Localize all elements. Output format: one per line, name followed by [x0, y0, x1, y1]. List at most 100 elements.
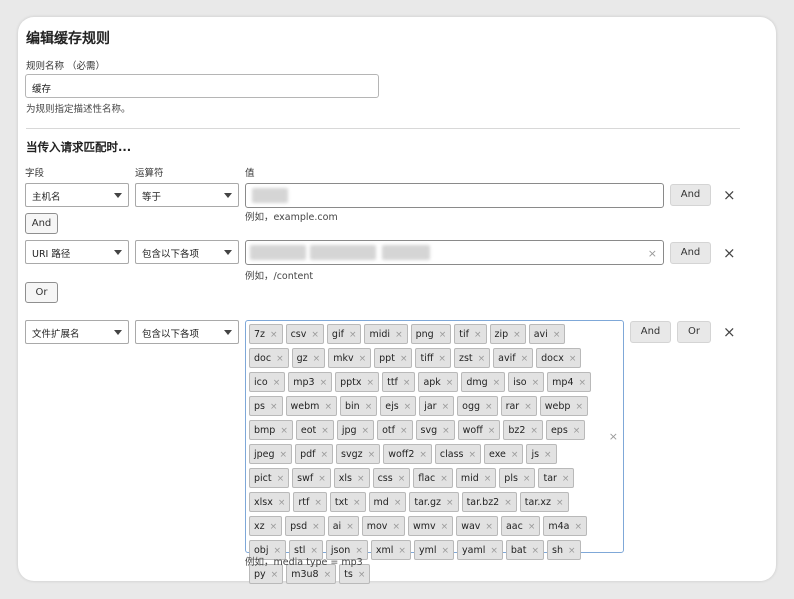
extension-tag: sh × [547, 540, 581, 560]
tag-remove-icon[interactable]: × [403, 378, 411, 388]
tag-remove-icon[interactable]: × [484, 474, 492, 484]
tag-remove-icon[interactable]: × [575, 402, 583, 412]
tag-remove-icon[interactable]: × [398, 546, 406, 556]
tag-remove-icon[interactable]: × [400, 426, 408, 436]
tag-remove-icon[interactable]: × [398, 474, 406, 484]
tag-remove-icon[interactable]: × [530, 426, 538, 436]
tag-remove-icon[interactable]: × [562, 474, 570, 484]
close-icon[interactable]: × [723, 325, 736, 340]
tag-remove-icon[interactable]: × [280, 450, 288, 460]
close-icon[interactable]: × [723, 246, 736, 261]
tag-remove-icon[interactable]: × [485, 402, 493, 412]
tag-remove-icon[interactable]: × [493, 378, 501, 388]
or-button[interactable]: Or [677, 321, 711, 343]
tag-remove-icon[interactable]: × [318, 474, 326, 484]
tag-remove-icon[interactable]: × [528, 522, 536, 532]
tag-remove-icon[interactable]: × [368, 450, 376, 460]
tag-remove-icon[interactable]: × [556, 498, 564, 508]
tag-remove-icon[interactable]: × [271, 570, 279, 580]
clear-icon[interactable]: × [609, 430, 618, 443]
tag-remove-icon[interactable]: × [395, 330, 403, 340]
tag-remove-icon[interactable]: × [523, 474, 531, 484]
tag-remove-icon[interactable]: × [311, 330, 319, 340]
tag-remove-icon[interactable]: × [400, 354, 408, 364]
field-select-hostname[interactable]: 主机名 [25, 183, 129, 207]
tag-remove-icon[interactable]: × [573, 426, 581, 436]
field-select-uri-path[interactable]: URI 路径 [25, 240, 129, 264]
tag-remove-icon[interactable]: × [404, 402, 412, 412]
tag-remove-icon[interactable]: × [441, 546, 449, 556]
and-button[interactable]: And [630, 321, 671, 343]
tag-remove-icon[interactable]: × [273, 378, 281, 388]
tag-remove-icon[interactable]: × [277, 474, 285, 484]
tag-remove-icon[interactable]: × [365, 402, 373, 412]
tag-remove-icon[interactable]: × [544, 450, 552, 460]
tag-remove-icon[interactable]: × [569, 354, 577, 364]
and-button[interactable]: And [670, 184, 711, 206]
tag-remove-icon[interactable]: × [446, 498, 454, 508]
tag-remove-icon[interactable]: × [362, 426, 370, 436]
tag-remove-icon[interactable]: × [313, 354, 321, 364]
tag-remove-icon[interactable]: × [270, 330, 278, 340]
hostname-value-input[interactable] [245, 183, 664, 208]
uri-path-value-input[interactable]: × [245, 240, 664, 265]
tag-remove-icon[interactable]: × [280, 426, 288, 436]
tag-remove-icon[interactable]: × [438, 354, 446, 364]
tag-remove-icon[interactable]: × [270, 522, 278, 532]
tag-remove-icon[interactable]: × [442, 402, 450, 412]
tag-remove-icon[interactable]: × [478, 354, 486, 364]
tag-remove-icon[interactable]: × [392, 522, 400, 532]
tag-remove-icon[interactable]: × [321, 450, 329, 460]
tag-remove-icon[interactable]: × [394, 498, 402, 508]
tag-remove-icon[interactable]: × [524, 402, 532, 412]
tag-remove-icon[interactable]: × [440, 474, 448, 484]
tag-remove-icon[interactable]: × [485, 522, 493, 532]
tag-remove-icon[interactable]: × [353, 498, 361, 508]
tag-remove-icon[interactable]: × [278, 498, 286, 508]
tag-remove-icon[interactable]: × [419, 450, 427, 460]
tag-remove-icon[interactable]: × [511, 450, 519, 460]
and-button[interactable]: And [670, 242, 711, 264]
tag-remove-icon[interactable]: × [324, 402, 332, 412]
tag-remove-icon[interactable]: × [358, 570, 366, 580]
extension-tags-input[interactable]: 7z × csv × gif × midi × png × tif × zip × avi × doc × gz × m… [245, 320, 624, 584]
tag-remove-icon[interactable]: × [553, 330, 561, 340]
tag-remove-icon[interactable]: × [568, 546, 576, 556]
field-select-file-extension[interactable]: 文件扩展名 [25, 320, 129, 344]
tag-remove-icon[interactable]: × [531, 546, 539, 556]
tag-remove-icon[interactable]: × [367, 378, 375, 388]
tag-remove-icon[interactable]: × [441, 522, 449, 532]
clear-icon[interactable]: × [648, 247, 657, 260]
tag-remove-icon[interactable]: × [442, 426, 450, 436]
tag-remove-icon[interactable]: × [488, 426, 496, 436]
operator-select-equals[interactable]: 等于 [135, 183, 239, 207]
tag-remove-icon[interactable]: × [579, 378, 587, 388]
tag-remove-icon[interactable]: × [446, 378, 454, 388]
operator-select-contains[interactable]: 包含以下各项 [135, 320, 239, 344]
tag-remove-icon[interactable]: × [359, 354, 367, 364]
tag-remove-icon[interactable]: × [270, 402, 278, 412]
tag-remove-icon[interactable]: × [469, 450, 477, 460]
tag-remove-icon[interactable]: × [346, 522, 354, 532]
tag-remove-icon[interactable]: × [312, 522, 320, 532]
tag-remove-icon[interactable]: × [349, 330, 357, 340]
operator-select-contains[interactable]: 包含以下各项 [135, 240, 239, 264]
tag-remove-icon[interactable]: × [490, 546, 498, 556]
close-icon[interactable]: × [723, 188, 736, 203]
tag-remove-icon[interactable]: × [513, 330, 521, 340]
tag-remove-icon[interactable]: × [439, 330, 447, 340]
tag-remove-icon[interactable]: × [474, 330, 482, 340]
tag-remove-icon[interactable]: × [320, 378, 328, 388]
or-connector-button[interactable]: Or [25, 282, 58, 303]
tag-remove-icon[interactable]: × [314, 498, 322, 508]
tag-remove-icon[interactable]: × [532, 378, 540, 388]
tag-remove-icon[interactable]: × [357, 474, 365, 484]
tag-remove-icon[interactable]: × [504, 498, 512, 508]
and-connector-button[interactable]: And [25, 213, 58, 234]
tag-remove-icon[interactable]: × [521, 354, 529, 364]
tag-remove-icon[interactable]: × [324, 570, 332, 580]
tag-remove-icon[interactable]: × [276, 354, 284, 364]
rule-name-input[interactable]: 缓存 [25, 74, 379, 98]
tag-remove-icon[interactable]: × [321, 426, 329, 436]
tag-remove-icon[interactable]: × [575, 522, 583, 532]
